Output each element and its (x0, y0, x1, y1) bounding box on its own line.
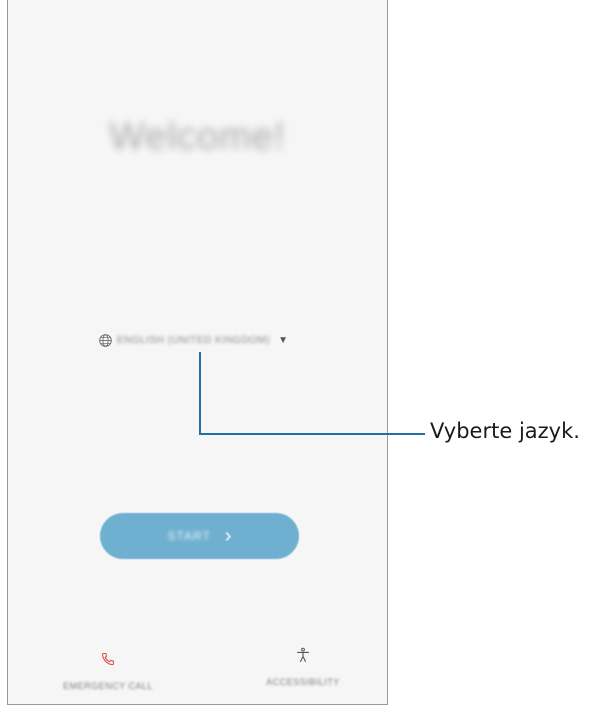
emergency-call-button[interactable]: EMERGENCY CALL (48, 651, 168, 691)
language-label: ENGLISH (UNITED KINGDOM) (117, 334, 271, 346)
start-button[interactable]: START › (100, 513, 299, 559)
accessibility-button[interactable]: ACCESSIBILITY (243, 647, 363, 687)
page: Welcome! ENGLISH (UNITED KINGDOM) ▼ STAR… (0, 0, 593, 713)
language-selector[interactable]: ENGLISH (UNITED KINGDOM) ▼ (98, 331, 318, 349)
globe-icon (99, 333, 112, 347)
phone-screen: Welcome! ENGLISH (UNITED KINGDOM) ▼ STAR… (7, 0, 388, 705)
phone-icon (101, 652, 114, 666)
chevron-right-icon: › (224, 525, 232, 547)
emergency-call-label: EMERGENCY CALL (63, 681, 153, 691)
accessibility-icon (296, 647, 310, 663)
callout-text: Vyberte jazyk. (430, 419, 580, 443)
dropdown-arrow-icon: ▼ (278, 334, 289, 346)
accessibility-label: ACCESSIBILITY (266, 677, 340, 687)
welcome-title: Welcome! (109, 116, 286, 158)
start-label: START (167, 529, 211, 543)
